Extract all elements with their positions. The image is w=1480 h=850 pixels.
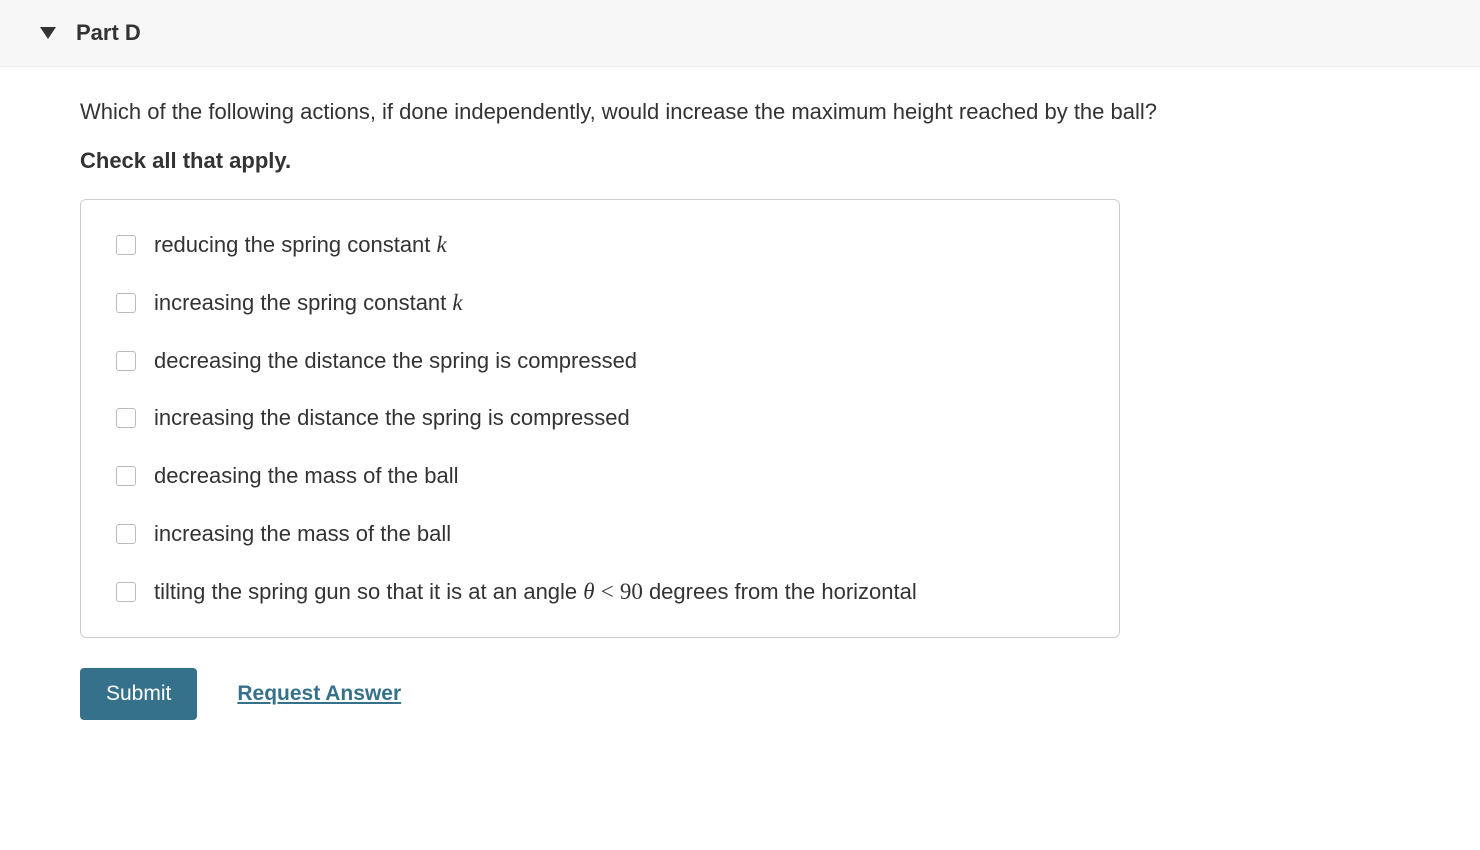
question-content: Which of the following actions, if done …: [0, 67, 1480, 760]
option-text-before: increasing the spring constant: [154, 290, 452, 315]
option-math: k: [452, 290, 462, 315]
option-label: decreasing the distance the spring is co…: [154, 346, 637, 376]
option-row: tilting the spring gun so that it is at …: [116, 577, 1084, 607]
part-title: Part D: [76, 20, 141, 46]
options-box: reducing the spring constant k increasin…: [80, 199, 1120, 638]
option-math: θ < 90: [583, 579, 643, 604]
option-text-before: reducing the spring constant: [154, 232, 437, 257]
option-row: decreasing the distance the spring is co…: [116, 346, 1084, 376]
option-text-before: tilting the spring gun so that it is at …: [154, 579, 583, 604]
question-text: Which of the following actions, if done …: [80, 97, 1400, 128]
option-text-before: decreasing the distance the spring is co…: [154, 348, 637, 373]
checkbox[interactable]: [116, 293, 136, 313]
option-text-before: increasing the distance the spring is co…: [154, 405, 630, 430]
option-row: increasing the mass of the ball: [116, 519, 1084, 549]
checkbox[interactable]: [116, 235, 136, 255]
option-label: increasing the distance the spring is co…: [154, 403, 630, 433]
checkbox[interactable]: [116, 466, 136, 486]
checkbox[interactable]: [116, 408, 136, 428]
option-math: k: [437, 232, 447, 257]
collapse-icon[interactable]: [40, 27, 56, 39]
option-row: increasing the spring constant k: [116, 288, 1084, 318]
option-label: decreasing the mass of the ball: [154, 461, 459, 491]
option-text-after: degrees from the horizontal: [643, 579, 917, 604]
checkbox[interactable]: [116, 351, 136, 371]
submit-button[interactable]: Submit: [80, 668, 197, 720]
part-header: Part D: [0, 0, 1480, 67]
checkbox[interactable]: [116, 582, 136, 602]
option-row: increasing the distance the spring is co…: [116, 403, 1084, 433]
option-row: decreasing the mass of the ball: [116, 461, 1084, 491]
option-label: increasing the spring constant k: [154, 288, 463, 318]
option-text-before: increasing the mass of the ball: [154, 521, 451, 546]
question-instruction: Check all that apply.: [80, 148, 1400, 174]
request-answer-link[interactable]: Request Answer: [237, 682, 401, 706]
option-label: reducing the spring constant k: [154, 230, 447, 260]
checkbox[interactable]: [116, 524, 136, 544]
actions-bar: Submit Request Answer: [80, 668, 1400, 720]
option-text-before: decreasing the mass of the ball: [154, 463, 459, 488]
option-label: tilting the spring gun so that it is at …: [154, 577, 917, 607]
option-label: increasing the mass of the ball: [154, 519, 451, 549]
option-row: reducing the spring constant k: [116, 230, 1084, 260]
